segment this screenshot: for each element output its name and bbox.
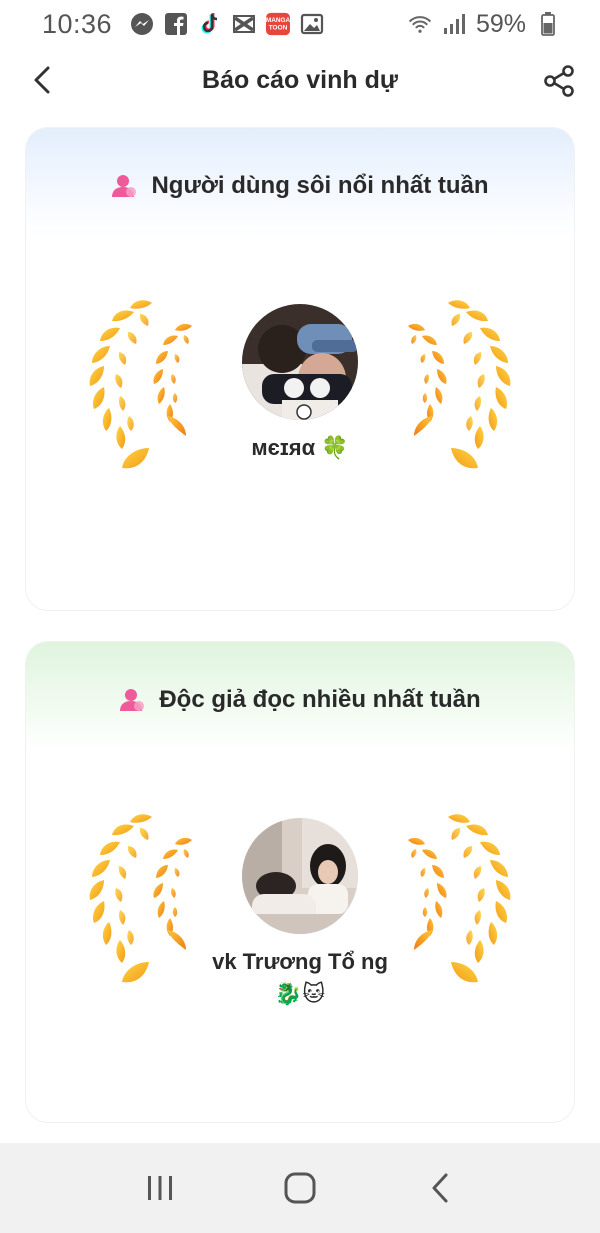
messenger-icon bbox=[130, 12, 154, 36]
winner-name[interactable]: ᴍєɪяα 🍀 bbox=[200, 432, 400, 464]
battery-percent: 59% bbox=[475, 9, 526, 38]
chevron-left-icon bbox=[34, 66, 50, 94]
battery-icon bbox=[536, 12, 560, 36]
gallery-icon bbox=[300, 12, 324, 36]
tiktok-icon bbox=[198, 12, 222, 36]
laurel-right-icon bbox=[408, 300, 511, 469]
mangatoon-icon: MANGA TOON bbox=[266, 12, 291, 36]
status-right: 59% bbox=[408, 10, 560, 39]
card-title: Người dùng sôi nổi nhất tuần bbox=[151, 172, 489, 199]
svg-text:TOON: TOON bbox=[269, 25, 288, 32]
card-header: Độc giả đọc nhiều nhất tuần bbox=[26, 686, 574, 714]
avatar[interactable] bbox=[242, 304, 358, 420]
page-title: Báo cáo vinh dự bbox=[202, 65, 398, 94]
home-icon bbox=[284, 1172, 316, 1204]
card-title: Độc giả đọc nhiều nhất tuần bbox=[159, 686, 481, 713]
chevron-left-icon bbox=[432, 1173, 448, 1203]
user-icon bbox=[120, 689, 145, 711]
wifi-icon bbox=[408, 12, 432, 36]
avatar-photo bbox=[242, 304, 358, 420]
laurel-right-icon bbox=[408, 814, 511, 983]
avatar-photo bbox=[242, 818, 358, 934]
system-back-button[interactable] bbox=[415, 1163, 465, 1213]
share-icon bbox=[544, 65, 574, 97]
status-time: 10:36 bbox=[42, 8, 113, 39]
capcut-icon bbox=[232, 12, 256, 36]
card-header: Người dùng sôi nổi nhất tuần bbox=[26, 172, 574, 200]
home-button[interactable] bbox=[275, 1163, 325, 1213]
signal-icon bbox=[442, 12, 466, 36]
back-button[interactable] bbox=[26, 64, 58, 96]
honor-card-top-reader: Độc giả đọc nhiều nhất tuần vk Trương Tổ… bbox=[26, 642, 574, 1122]
status-bar: 10:36 MANGA TOON 59% bbox=[0, 0, 600, 48]
facebook-icon bbox=[164, 12, 188, 36]
honor-card-active-user: Người dùng sôi nổi nhất tuần ᴍєɪяα 🍀 bbox=[26, 128, 574, 610]
system-nav-bar bbox=[0, 1143, 600, 1233]
share-button[interactable] bbox=[540, 62, 578, 100]
status-left: 10:36 MANGA TOON bbox=[42, 9, 324, 40]
header: Báo cáo vinh dự bbox=[0, 52, 600, 108]
laurel-left-icon bbox=[89, 300, 192, 469]
recent-apps-icon bbox=[148, 1176, 172, 1200]
laurel-left-icon bbox=[89, 814, 192, 983]
recent-apps-button[interactable] bbox=[135, 1163, 185, 1213]
winner-name[interactable]: vk Trương Tổ ng🐉🐱 bbox=[200, 946, 400, 1010]
user-icon bbox=[112, 175, 137, 197]
svg-text:MANGA: MANGA bbox=[266, 17, 290, 24]
avatar[interactable] bbox=[242, 818, 358, 934]
